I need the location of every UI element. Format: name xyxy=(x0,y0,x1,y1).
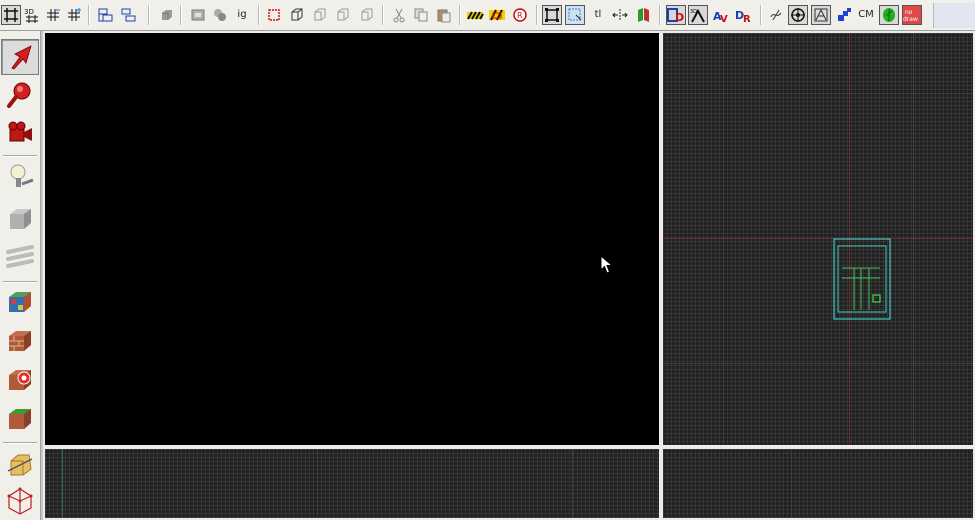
viewport-area xyxy=(41,31,975,520)
wireframe-icon[interactable] xyxy=(811,5,831,25)
svg-text:no: no xyxy=(905,9,913,16)
tools-sidebar xyxy=(0,31,41,520)
apply-overlays-icon[interactable] xyxy=(1,401,39,437)
paste-icon[interactable] xyxy=(434,5,454,25)
camera-3d-viewport[interactable] xyxy=(43,31,661,447)
no-draw-icon[interactable]: no draw xyxy=(902,5,922,25)
mouse-cursor-icon xyxy=(600,255,614,274)
svg-text:R: R xyxy=(743,14,751,23)
top-2d-viewport[interactable] xyxy=(661,31,975,447)
flip-vertical-icon[interactable] xyxy=(633,5,653,25)
skew-icon[interactable] xyxy=(356,5,376,25)
view-side-icon[interactable]: DR xyxy=(734,5,754,25)
magnify-tool-icon[interactable] xyxy=(1,77,39,113)
overlay-tool-icon[interactable] xyxy=(1,240,39,276)
hide-selected-icon[interactable] xyxy=(157,5,177,25)
cut-icon[interactable] xyxy=(389,5,409,25)
blue-squares-icon[interactable] xyxy=(834,5,854,25)
grid-toggle-icon[interactable] xyxy=(1,5,21,25)
grid-smaller-icon[interactable] xyxy=(43,5,63,25)
texture-lock-icon[interactable] xyxy=(465,5,485,25)
scale-icon[interactable] xyxy=(333,5,353,25)
view-front-icon[interactable]: D xyxy=(666,5,686,25)
grid-larger-icon[interactable] xyxy=(64,5,84,25)
ignore-groups-text[interactable]: ig xyxy=(232,5,252,25)
vertex-tool-icon[interactable] xyxy=(1,483,39,519)
view-top-icon[interactable]: AV xyxy=(711,5,731,25)
snap-icon[interactable] xyxy=(766,5,786,25)
apply-current-texture-icon[interactable] xyxy=(1,323,39,359)
toolbar-end-panel xyxy=(933,3,975,28)
target-icon[interactable] xyxy=(788,5,808,25)
group-icon[interactable] xyxy=(96,5,116,25)
flip-horizontal-icon[interactable] xyxy=(610,5,630,25)
copy-icon[interactable] xyxy=(411,5,431,25)
ungroup-icon[interactable] xyxy=(119,5,139,25)
svg-text:3D: 3D xyxy=(24,8,34,16)
svg-text:D: D xyxy=(675,11,684,23)
block-tool-icon[interactable] xyxy=(1,201,39,237)
svg-text:V: V xyxy=(720,14,728,23)
selection-tool-icon[interactable] xyxy=(1,39,39,75)
texture-scale-lock-icon[interactable] xyxy=(487,5,507,25)
rotate-icon[interactable] xyxy=(310,5,330,25)
main-toolbar: 3D ig R tl D 3D A V D R CM no draw xyxy=(0,0,975,31)
grid-3d-icon[interactable]: 3D xyxy=(22,5,42,25)
cm-text-label[interactable]: CM xyxy=(856,5,876,25)
clipping-tool-icon[interactable] xyxy=(1,446,39,482)
texture-application-icon[interactable] xyxy=(1,284,39,320)
view-3d-icon[interactable]: 3D xyxy=(688,5,708,25)
apply-decals-icon[interactable] xyxy=(1,362,39,398)
select-by-handles-icon[interactable] xyxy=(565,5,585,25)
reset-icon[interactable]: R xyxy=(510,5,530,25)
clip-icon[interactable] xyxy=(264,5,284,25)
leaf-icon[interactable] xyxy=(879,5,899,25)
carve-icon[interactable] xyxy=(188,5,208,25)
hollow-icon[interactable] xyxy=(210,5,230,25)
svg-text:R: R xyxy=(517,11,523,20)
selection-box-icon[interactable] xyxy=(542,5,562,25)
vertex-icon[interactable] xyxy=(287,5,307,25)
toggle-text-label[interactable]: tl xyxy=(588,5,608,25)
svg-text:draw: draw xyxy=(903,16,918,23)
entity-tool-icon[interactable] xyxy=(1,159,39,195)
side-2d-viewport[interactable] xyxy=(661,447,975,520)
selected-brush-outline[interactable] xyxy=(833,238,893,322)
camera-tool-icon[interactable] xyxy=(1,115,39,151)
front-2d-viewport[interactable] xyxy=(43,447,661,520)
